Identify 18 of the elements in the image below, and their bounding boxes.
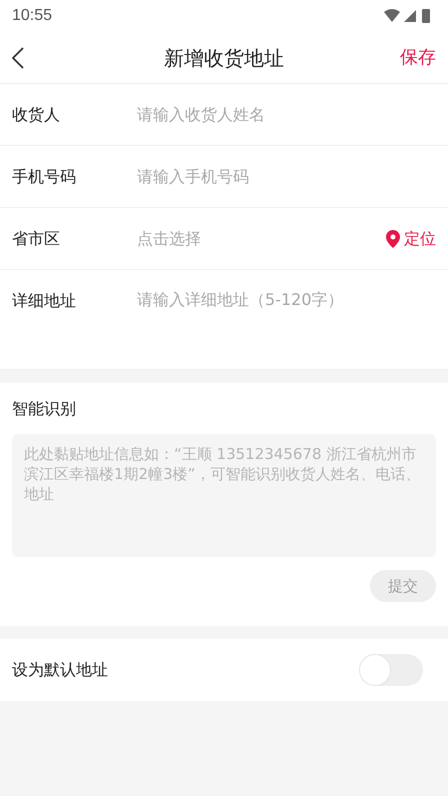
text-field[interactable]: 请输入手机号码 (137, 164, 436, 188)
save-button[interactable]: 保存 (400, 44, 436, 71)
default-address-toggle[interactable] (359, 654, 423, 686)
field-label: 手机号码 (12, 166, 77, 188)
region-picker[interactable]: 点击选择 (137, 226, 386, 250)
field-label: 收货人 (12, 104, 61, 126)
default-address-label: 设为默认地址 (12, 659, 108, 681)
location-pin-icon (386, 230, 400, 248)
status-time: 10:55 (12, 6, 52, 26)
back-icon (12, 46, 24, 68)
paste-address-field[interactable]: 此处黏贴地址信息如：“王顺 13512345678 浙江省杭州市滨江区幸福楼1期2幢3楼”，可智能识别收货人姓名、电话、地址 (12, 434, 436, 557)
field-label: 省市区 (12, 228, 61, 250)
field-label: 详细地址 (12, 290, 77, 312)
page-title: 新增收货地址 (163, 44, 285, 72)
text-field[interactable]: 请输入收货人姓名 (137, 102, 436, 126)
section-title: 智能识别 (12, 398, 77, 420)
detail-address-field[interactable]: 请输入详细地址（5-120字） (137, 289, 436, 369)
locate-button[interactable]: 定位 (386, 226, 436, 250)
